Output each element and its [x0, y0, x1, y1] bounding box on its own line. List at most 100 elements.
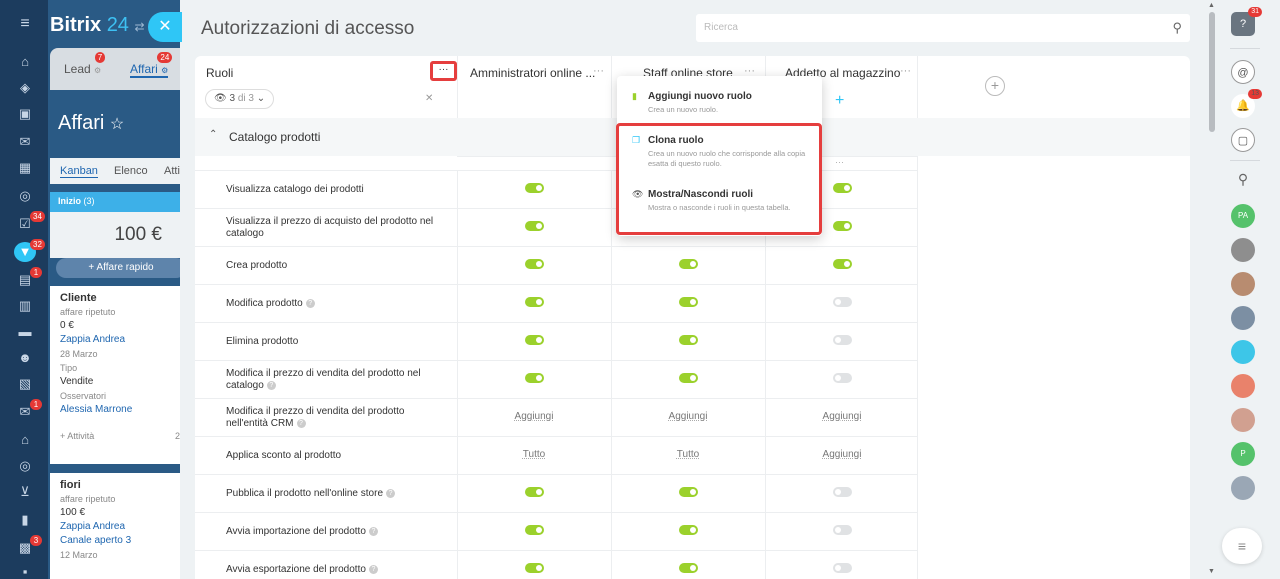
permission-toggle[interactable] — [524, 373, 544, 384]
roles-counter[interactable]: 👁 3 di 3 ⌄ — [205, 89, 275, 109]
target-icon[interactable]: ◎ — [14, 186, 36, 206]
permission-toggle[interactable] — [524, 525, 544, 536]
search-input[interactable]: Ricerca ⚲ — [696, 14, 1190, 42]
more-icon[interactable]: ▪ — [14, 562, 36, 579]
help-icon[interactable]: ? — [305, 298, 315, 308]
help-icon[interactable]: ? — [266, 380, 276, 390]
help-icon[interactable]: ? — [296, 418, 306, 428]
permission-value[interactable]: Aggiungi — [765, 411, 919, 422]
permission-toggle[interactable] — [678, 525, 698, 536]
quick-deal-button[interactable]: + Affare rapido — [56, 258, 186, 278]
toggle-cell[interactable] — [611, 525, 765, 536]
view-kanban[interactable]: Kanban — [60, 165, 98, 178]
permission-toggle[interactable] — [832, 487, 852, 498]
permission-toggle[interactable] — [832, 373, 852, 384]
role-menu-icon[interactable]: ··· — [593, 65, 604, 77]
scrollbar[interactable]: ▲ ▼ — [1206, 0, 1218, 579]
permission-toggle[interactable] — [678, 563, 698, 574]
toggle-cell[interactable] — [457, 487, 611, 498]
permission-toggle[interactable] — [524, 563, 544, 574]
scroll-thumb[interactable] — [1209, 12, 1215, 132]
help-icon[interactable]: ? — [368, 526, 378, 536]
toggle-cell[interactable] — [457, 563, 611, 574]
cart-icon[interactable]: ⊻ — [14, 482, 36, 502]
avatar[interactable] — [1231, 306, 1255, 330]
view-list[interactable]: Elenco — [114, 165, 148, 177]
toggle-cell[interactable] — [457, 373, 611, 384]
role-menu-icon[interactable]: ··· — [900, 65, 911, 77]
toggle-cell[interactable] — [765, 563, 919, 574]
documents-icon[interactable]: ▧ — [14, 374, 36, 394]
avatar[interactable] — [1231, 408, 1255, 432]
add-role-item[interactable]: ▮ Aggiungi nuovo ruolo Crea un nuovo ruo… — [617, 91, 822, 115]
toggle-cell[interactable] — [765, 525, 919, 536]
permission-toggle[interactable] — [832, 525, 852, 536]
help-icon[interactable]: ? 31 — [1231, 7, 1262, 36]
permission-value[interactable]: Tutto — [611, 449, 765, 460]
avatar[interactable] — [1231, 272, 1255, 296]
deal-card[interactable]: Cliente affare ripetuto 0 € Zappia Andre… — [50, 286, 188, 464]
permission-toggle[interactable] — [832, 221, 852, 232]
permission-toggle[interactable] — [524, 259, 544, 270]
permission-toggle[interactable] — [678, 297, 698, 308]
marketing-icon[interactable]: ◎ — [14, 456, 36, 476]
permission-toggle[interactable] — [524, 221, 544, 232]
permission-toggle[interactable] — [524, 335, 544, 346]
store-icon[interactable]: ▬ — [14, 322, 36, 342]
deal-card[interactable]: fiori affare ripetuto 100 € Zappia Andre… — [50, 473, 188, 579]
toggle-cell[interactable] — [457, 259, 611, 270]
permission-toggle[interactable] — [832, 563, 852, 574]
permission-toggle[interactable] — [524, 487, 544, 498]
toggle-cell[interactable] — [611, 335, 765, 346]
tasks-icon[interactable]: ◈ — [14, 78, 36, 98]
toggle-cell[interactable] — [611, 373, 765, 384]
permission-value[interactable]: Aggiungi — [611, 411, 765, 422]
avatar[interactable] — [1231, 238, 1255, 262]
bell-icon[interactable]: 🔔 13 — [1231, 89, 1262, 118]
permission-toggle[interactable] — [524, 183, 544, 194]
analytics-icon[interactable]: ▮ — [14, 510, 36, 530]
permission-toggle[interactable] — [678, 487, 698, 498]
calendar-icon[interactable]: ▦ — [14, 158, 36, 178]
tab-lead[interactable]: Lead ⚙ 7 — [64, 52, 106, 76]
toggle-cell[interactable] — [457, 335, 611, 346]
toggle-cell[interactable] — [457, 525, 611, 536]
toggle-cell[interactable] — [611, 563, 765, 574]
avatar[interactable] — [1231, 476, 1255, 500]
search-icon[interactable]: ⚲ — [1172, 20, 1182, 36]
permission-value[interactable]: Aggiungi — [765, 449, 919, 460]
close-slider-button[interactable]: ✕ — [148, 12, 182, 42]
avatar[interactable]: P — [1231, 442, 1255, 466]
permission-toggle[interactable] — [678, 259, 698, 270]
permission-value[interactable]: Aggiungi — [457, 411, 611, 422]
permission-value[interactable]: Tutto — [457, 449, 611, 460]
at-icon[interactable]: @ — [1231, 60, 1255, 84]
brand-logo[interactable]: Bitrix 24 ⇄ — [50, 14, 145, 37]
search-icon[interactable]: ⚲ — [1231, 167, 1255, 191]
avatar[interactable] — [1231, 340, 1255, 364]
toggle-cell[interactable] — [611, 297, 765, 308]
help-icon[interactable]: ? — [368, 564, 378, 574]
bank-icon[interactable]: ⌂ — [14, 430, 36, 450]
avatar[interactable] — [1231, 374, 1255, 398]
toggle-cell[interactable] — [765, 373, 919, 384]
permission-toggle[interactable] — [678, 373, 698, 384]
sites-icon[interactable]: ▥ — [14, 296, 36, 316]
feed-icon[interactable]: ▣ — [14, 104, 36, 124]
messenger-icon[interactable]: ▢ — [1231, 128, 1255, 152]
clear-icon[interactable]: ✕ — [425, 93, 433, 104]
toggle-cell[interactable] — [457, 221, 611, 232]
role-name[interactable]: Amministratori online ... — [470, 66, 595, 80]
employees-icon[interactable]: ☻ — [14, 348, 36, 368]
permission-toggle[interactable] — [524, 297, 544, 308]
add-role-button[interactable]: + — [985, 76, 1005, 96]
list-menu-icon[interactable]: ≡ — [1222, 528, 1262, 564]
toggle-cell[interactable] — [765, 259, 919, 270]
toggle-cell[interactable] — [611, 487, 765, 498]
toggle-cell[interactable] — [611, 259, 765, 270]
permission-toggle[interactable] — [832, 259, 852, 270]
role-options-button[interactable]: ··· — [430, 61, 457, 81]
home-icon[interactable]: ⌂ — [14, 52, 36, 72]
avatar[interactable]: PA — [1231, 204, 1255, 228]
tab-affari[interactable]: Affari ⚙ 24 — [130, 52, 173, 78]
